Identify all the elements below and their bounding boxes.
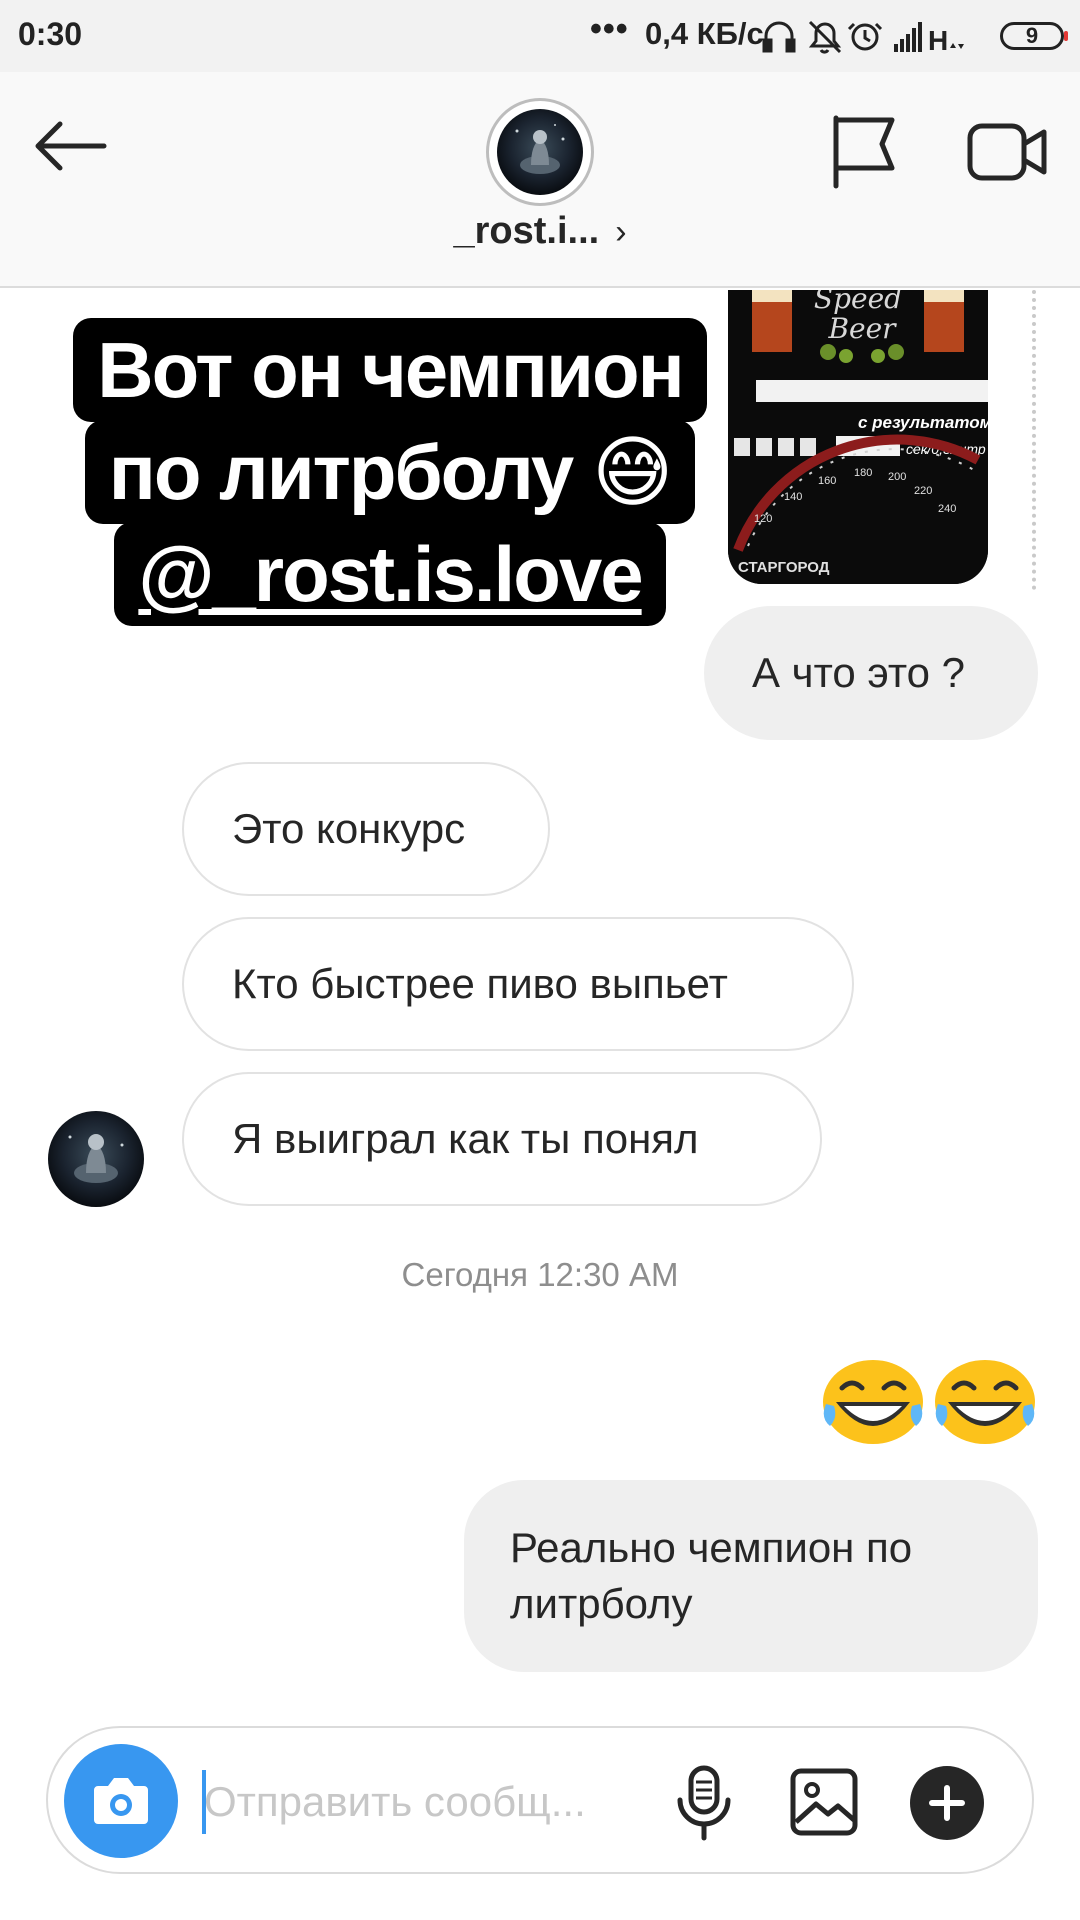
- signal-icon: [894, 22, 922, 52]
- message-text: Это конкурс: [232, 805, 466, 852]
- message-bubble-incoming[interactable]: Я выиграл как ты понял: [182, 1072, 822, 1206]
- laughing-tears-emoji-icon: [935, 1360, 1035, 1444]
- caption-line-3[interactable]: @_rost.is.love: [114, 522, 666, 626]
- svg-text:140: 140: [784, 491, 802, 503]
- plus-button[interactable]: [910, 1766, 984, 1840]
- caption-line-2: по литрболу 😅: [84, 420, 696, 524]
- battery-level: 9: [1025, 23, 1039, 48]
- avatar-image: [497, 109, 583, 195]
- video-call-icon[interactable]: [966, 112, 1048, 192]
- message-text: А что это ?: [752, 649, 966, 696]
- message-input[interactable]: [204, 1772, 584, 1832]
- flag-icon[interactable]: [830, 112, 900, 192]
- network-type: H: [928, 25, 948, 56]
- caption-mention-link[interactable]: @_rost.is.love: [138, 530, 643, 618]
- network-speed: 0,4 КБ/с: [645, 16, 764, 51]
- alarm-icon: [847, 22, 883, 51]
- sender-avatar[interactable]: [48, 1111, 144, 1207]
- message-text: Я выиграл как ты понял: [232, 1115, 699, 1162]
- username-text: _rost.i...: [453, 210, 600, 252]
- status-time: 0:30: [18, 16, 83, 52]
- svg-text:120: 120: [754, 513, 772, 525]
- microphone-icon[interactable]: [674, 1764, 734, 1842]
- story-divider: [1032, 290, 1036, 590]
- camera-button[interactable]: [64, 1744, 178, 1858]
- laughing-tears-emoji-icon: [823, 1360, 923, 1444]
- svg-text:240: 240: [938, 503, 956, 515]
- plus-icon: [929, 1785, 965, 1821]
- svg-text:220: 220: [914, 485, 932, 497]
- muted-bell-icon: [808, 20, 842, 54]
- chat-header: _rost.i... ›: [0, 72, 1080, 288]
- thumbnail-brand: СТАРГОРОД: [738, 559, 830, 576]
- caption-line-1: Вот он чемпион: [73, 318, 707, 422]
- header-avatar[interactable]: [486, 98, 594, 206]
- headphones-icon: [762, 21, 796, 53]
- data-arrows-icon: [950, 43, 964, 49]
- status-icons: H: [762, 20, 964, 56]
- message-bubble-incoming[interactable]: Это конкурс: [182, 762, 550, 896]
- status-bar: 0:30 ••• 0,4 КБ/с H 9: [0, 0, 1080, 72]
- message-composer: [46, 1726, 1034, 1874]
- svg-text:160: 160: [818, 475, 836, 487]
- message-timestamp: Сегодня 12:30 AM: [401, 1256, 679, 1293]
- message-emoji-outgoing[interactable]: 😁😁: [822, 1358, 1040, 1448]
- story-caption: Вот он чемпион по литрболу 😅 @_rost.is.l…: [50, 318, 730, 626]
- story-thumbnail[interactable]: Speed Beer с результатом сек/0,5литр 120…: [728, 290, 988, 584]
- message-bubble-incoming[interactable]: Кто быстрее пиво выпьет: [182, 917, 854, 1051]
- thumbnail-title-2: Beer: [827, 312, 897, 345]
- camera-icon: [94, 1778, 148, 1824]
- chevron-right-icon: ›: [615, 213, 627, 251]
- svg-text:200: 200: [888, 471, 906, 483]
- status-dots: •••: [590, 10, 629, 48]
- message-text: Реально чемпион по литрболу: [510, 1524, 913, 1627]
- thumbnail-result-label: с результатом: [858, 413, 988, 432]
- battery-icon: 9: [1000, 22, 1068, 50]
- message-text: Кто быстрее пиво выпьет: [232, 960, 728, 1007]
- message-bubble-outgoing[interactable]: Реально чемпион по литрболу: [464, 1480, 1038, 1672]
- message-bubble-outgoing[interactable]: А что это ?: [704, 606, 1038, 740]
- gallery-icon[interactable]: [790, 1768, 858, 1836]
- svg-text:180: 180: [854, 467, 872, 479]
- chat-username[interactable]: _rost.i... ›: [0, 210, 1080, 253]
- back-arrow-icon[interactable]: [30, 116, 110, 176]
